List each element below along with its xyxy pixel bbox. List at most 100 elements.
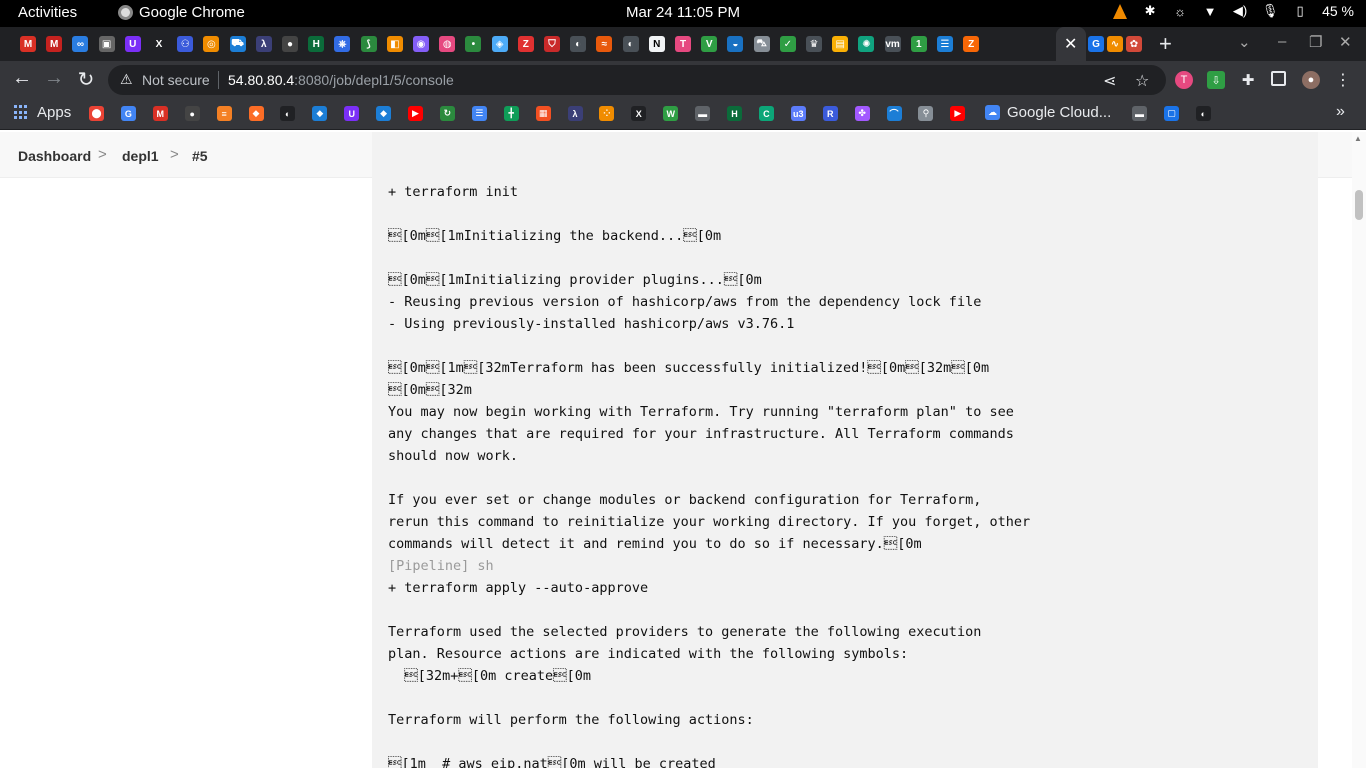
- extension-download-icon[interactable]: ⇩: [1207, 71, 1225, 89]
- bookmark-code-icon[interactable]: λ: [567, 106, 583, 121]
- bookmark-figma-icon[interactable]: ✤: [854, 106, 870, 121]
- z-icon[interactable]: Z: [517, 36, 534, 52]
- bookmark-plus-icon[interactable]: ╋: [503, 106, 519, 121]
- clock[interactable]: Mar 24 11:05 PM: [626, 4, 740, 21]
- close-tab-icon[interactable]: ✕: [1064, 34, 1077, 54]
- slack-icon[interactable]: ✱: [1142, 3, 1158, 19]
- bot-icon[interactable]: ◉: [413, 36, 429, 52]
- bookmark-x-icon[interactable]: X: [631, 106, 647, 121]
- target-icon[interactable]: ◎: [203, 36, 220, 52]
- app-menu[interactable]: Google Chrome: [118, 4, 245, 21]
- udemy-icon[interactable]: U: [124, 36, 141, 52]
- grafana-icon[interactable]: ∿: [1107, 36, 1123, 52]
- z-icon[interactable]: Z: [963, 36, 980, 52]
- code-icon[interactable]: λ: [255, 36, 272, 52]
- google-translate-icon[interactable]: G: [1088, 36, 1104, 52]
- gmail-icon[interactable]: M: [20, 36, 36, 52]
- bookmark-diamond-icon[interactable]: ◆: [376, 106, 392, 121]
- breadcrumb-job[interactable]: depl1: [122, 148, 159, 164]
- bookmark-folder-icon[interactable]: ▬: [1132, 106, 1147, 121]
- bookmark-bridge-icon[interactable]: ⌒: [886, 106, 902, 121]
- bookmark-github-icon[interactable]: ●: [184, 106, 200, 121]
- share-icon[interactable]: ⋖: [1103, 71, 1116, 91]
- cube-icon[interactable]: ◈: [491, 36, 508, 52]
- extension-t-icon[interactable]: T: [1175, 71, 1193, 89]
- url-text[interactable]: 54.80.80.4:8080/job/depl1/5/console: [228, 72, 454, 88]
- bookmark-youtube-icon[interactable]: ▶: [950, 106, 966, 121]
- x-icon[interactable]: X: [151, 36, 167, 52]
- sheets-icon[interactable]: ▤: [832, 36, 849, 52]
- chrome-menu-icon[interactable]: ⋮: [1334, 71, 1352, 89]
- close-window-icon[interactable]: ✕: [1339, 33, 1352, 51]
- bookmark-stackoverflow-icon[interactable]: ≡: [216, 106, 232, 121]
- bookmark-gitlab-icon[interactable]: ◆: [248, 106, 264, 121]
- car-icon[interactable]: ⛍: [753, 36, 770, 52]
- infinity-icon[interactable]: ∞: [72, 36, 89, 52]
- shield-icon[interactable]: ⛉: [544, 36, 560, 52]
- vlc-icon[interactable]: [1112, 3, 1128, 19]
- activities-button[interactable]: Activities: [18, 4, 77, 21]
- leaf-icon[interactable]: ⟆: [360, 36, 377, 52]
- bookmark-docs-icon[interactable]: ☰: [471, 106, 487, 121]
- bookmarks-overflow-icon[interactable]: »: [1336, 103, 1345, 121]
- bookmark-nodes-icon[interactable]: ⁘: [599, 106, 615, 121]
- crown-icon[interactable]: ♛: [806, 36, 822, 52]
- bookmark-u3-icon[interactable]: u3: [790, 106, 806, 121]
- new-tab-button[interactable]: +: [1159, 31, 1172, 57]
- system-tray[interactable]: ✱ ☼ ▼ ◀) 🎙 ▯ 45 %: [1112, 3, 1354, 19]
- bookmark-hi-icon[interactable]: H: [727, 106, 742, 121]
- bookmark-google-cloud[interactable]: ☁ Google Cloud...: [985, 104, 1111, 121]
- scroll-up-arrow-icon[interactable]: ▲: [1354, 134, 1362, 143]
- brightness-icon[interactable]: ☼: [1172, 3, 1188, 19]
- not-secure-label[interactable]: Not secure: [142, 72, 210, 88]
- notion-icon[interactable]: N: [648, 36, 665, 52]
- back-icon[interactable]: ←: [10, 67, 34, 90]
- bookmark-youtube-icon[interactable]: ▶: [408, 106, 423, 121]
- microphone-icon[interactable]: 🎙: [1262, 3, 1279, 19]
- bookmark-globe-icon[interactable]: ◐: [1196, 106, 1211, 121]
- github-icon[interactable]: ●: [282, 36, 298, 52]
- cart-icon[interactable]: ⛟: [229, 36, 246, 52]
- restore-icon[interactable]: ❐: [1309, 33, 1322, 51]
- list-icon[interactable]: ☰: [937, 36, 953, 52]
- bookmark-r-icon[interactable]: R: [822, 106, 838, 121]
- bookmark-refresh-icon[interactable]: ↻: [439, 106, 455, 121]
- reload-icon[interactable]: ↻: [74, 67, 98, 92]
- address-bar[interactable]: ⚠ Not secure 54.80.80.4:8080/job/depl1/5…: [108, 65, 1166, 95]
- bookmark-star-icon[interactable]: ☆: [1135, 71, 1149, 91]
- bookmark-udemy-icon[interactable]: U: [344, 106, 360, 121]
- bookmark-pin-icon[interactable]: ⚲: [918, 106, 934, 121]
- one-icon[interactable]: 1: [910, 36, 927, 52]
- hi-icon[interactable]: H: [308, 36, 325, 52]
- check-icon[interactable]: ✓: [779, 36, 796, 52]
- gmail-icon[interactable]: M: [46, 36, 63, 52]
- box-icon[interactable]: ◧: [386, 36, 403, 52]
- side-panel-icon[interactable]: [1271, 71, 1286, 86]
- breadcrumb-build[interactable]: #5: [192, 148, 208, 164]
- bookmark-w-icon[interactable]: W: [663, 106, 679, 121]
- forward-icon[interactable]: →: [42, 67, 66, 90]
- t-icon[interactable]: T: [675, 36, 691, 52]
- apps-shortcut[interactable]: Apps: [14, 104, 71, 121]
- bookmark-globe-icon[interactable]: ◐: [280, 106, 296, 121]
- record-icon[interactable]: ◍: [439, 36, 456, 52]
- jenkins-icon[interactable]: ✿: [1126, 36, 1142, 52]
- volume-icon[interactable]: ◀): [1232, 3, 1248, 19]
- bookmark-square-icon[interactable]: ▢: [1164, 106, 1179, 121]
- flame-icon[interactable]: ≈: [596, 36, 613, 52]
- planet-icon[interactable]: ◒: [727, 36, 744, 52]
- profile-avatar[interactable]: ●: [1302, 71, 1320, 89]
- globe-icon[interactable]: ◐: [570, 36, 587, 52]
- bookmark-c-icon[interactable]: C: [758, 106, 774, 121]
- bookmark-google-translate-icon[interactable]: G: [120, 106, 136, 121]
- dot-icon[interactable]: •: [465, 36, 482, 52]
- bookmark-microsoft-icon[interactable]: ▦: [535, 106, 551, 121]
- minimize-icon[interactable]: –: [1278, 33, 1286, 50]
- vm-icon[interactable]: vm: [884, 36, 901, 52]
- users-icon[interactable]: ⚇: [177, 36, 194, 52]
- bookmark-folder-icon[interactable]: ▬: [695, 106, 711, 121]
- bookmark-diamond-icon[interactable]: ◆: [312, 106, 328, 121]
- battery-icon[interactable]: ▯: [1292, 3, 1308, 19]
- breadcrumb-dashboard[interactable]: Dashboard: [18, 148, 91, 164]
- scrollbar-thumb[interactable]: [1355, 190, 1363, 220]
